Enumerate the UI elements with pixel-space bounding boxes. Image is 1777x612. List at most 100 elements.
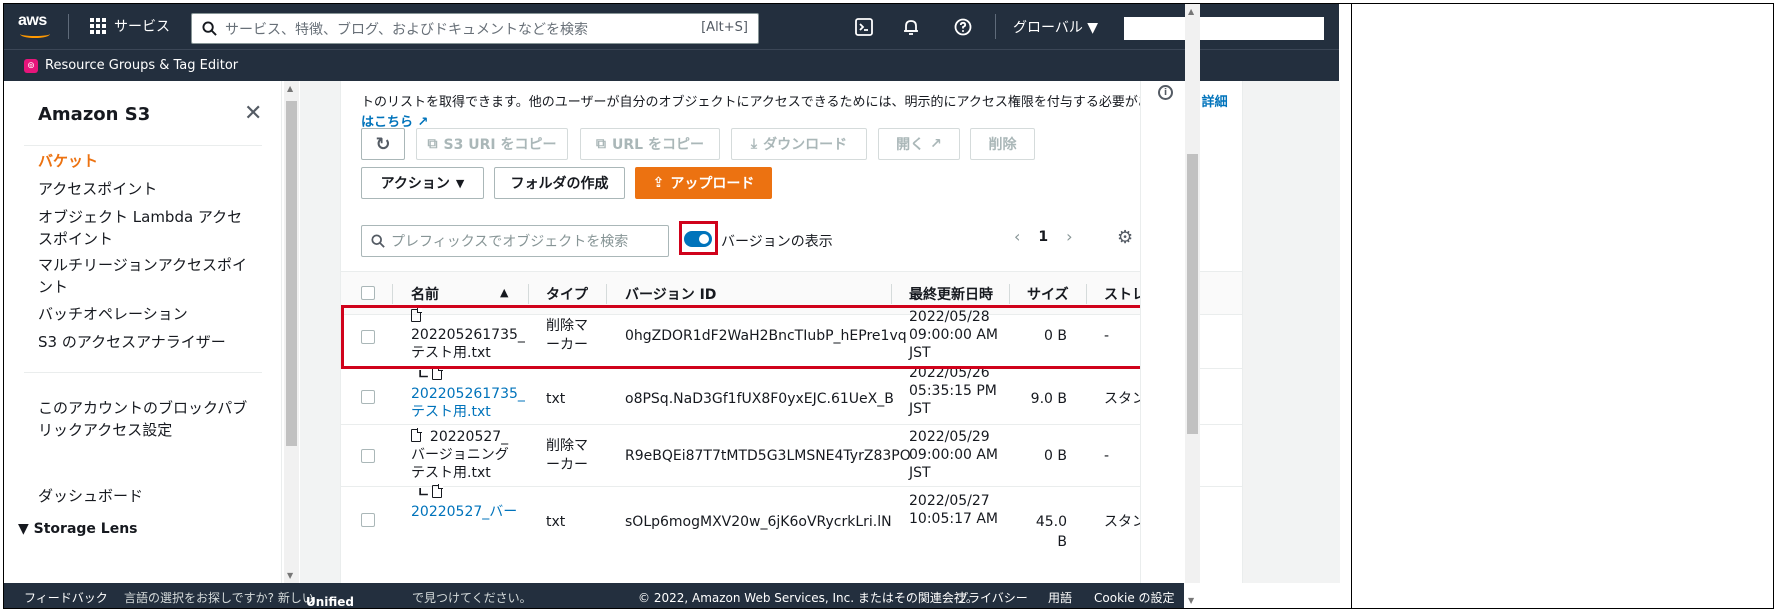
file-icon [411, 428, 422, 442]
account-menu[interactable] [1124, 17, 1324, 40]
scroll-up-icon[interactable]: ▲ [287, 84, 293, 93]
column-header-version-id[interactable]: バージョン ID [625, 284, 716, 304]
gear-icon[interactable]: ⚙ [1117, 227, 1133, 248]
resource-groups-icon: ⊚ [24, 58, 38, 73]
upload-button[interactable]: ⇪ アップロード [635, 167, 772, 199]
refresh-icon: ↻ [375, 133, 391, 155]
create-folder-button[interactable]: フォルダの作成 [494, 167, 625, 199]
sidebar-item-multi-region[interactable]: マルチリージョンアクセスポイント [38, 254, 248, 298]
page-number[interactable]: 1 [1038, 229, 1048, 245]
sidebar-section-storage-lens[interactable]: ▼ Storage Lens [18, 521, 138, 537]
aws-console-window: aws サービス サービス、特徴、ブログ、およびドキュメントなどを検索 [Alt… [3, 3, 1352, 609]
last-modified: 10:05:17 AM [909, 511, 998, 527]
cloudshell-icon[interactable] [853, 16, 875, 38]
version-id: sOLp6mogMXV20w_6jK6oVRycrkLri.lN [625, 514, 892, 530]
search-shortcut: [Alt+S] [701, 20, 748, 35]
scroll-down-icon[interactable]: ▼ [287, 571, 293, 580]
row-checkbox[interactable] [361, 390, 375, 404]
copy-icon: ⧉ [596, 136, 607, 152]
resource-groups-link[interactable]: Resource Groups & Tag Editor [45, 58, 238, 73]
scrollbar-thumb[interactable] [1187, 154, 1198, 434]
refresh-button[interactable]: ↻ [361, 128, 405, 160]
download-button[interactable]: ⤓ ダウンロード [731, 128, 867, 160]
object-size: 45.0 B [1035, 514, 1067, 550]
column-separator [1009, 284, 1010, 304]
object-type: txt [546, 514, 566, 530]
row-checkbox[interactable] [361, 449, 375, 463]
open-button[interactable]: 開く ↗ [878, 128, 960, 160]
object-type: ーカー [546, 457, 588, 473]
info-icon[interactable]: i [1158, 85, 1173, 100]
table-row[interactable]: 20220527_ バージョニング テスト用.txt 削除マ ーカー R9eBQ… [341, 425, 1242, 487]
privacy-link[interactable]: プライバシー [956, 589, 1028, 606]
column-header-size[interactable]: サイズ [1027, 284, 1069, 304]
select-all-checkbox[interactable] [361, 286, 375, 300]
column-separator [392, 284, 393, 304]
column-header-last-modified[interactable]: 最終更新日時 [909, 284, 993, 304]
row-checkbox[interactable] [361, 513, 375, 527]
storage-lens-label: Storage Lens [33, 521, 138, 537]
services-menu-button[interactable]: サービス [90, 16, 170, 36]
global-search-input[interactable]: サービス、特徴、ブログ、およびドキュメントなどを検索 [Alt+S] [191, 13, 759, 44]
object-name: テスト用.txt [411, 465, 491, 481]
table-row[interactable]: ㄴ 20220527_バー txt sOLp6mogMXV20w_6jK6oVR… [341, 484, 1242, 583]
object-name-link[interactable]: 20220527_バー [411, 502, 517, 522]
grid-icon [90, 18, 106, 34]
sidebar-scrollbar[interactable]: ▲ ▼ [284, 81, 299, 583]
sidebar-item-buckets[interactable]: バケット [38, 150, 248, 172]
object-name: バージョニング [411, 447, 509, 463]
chevron-right-icon[interactable]: › [1066, 227, 1072, 246]
prefix-search-input[interactable]: プレフィックスでオブジェクトを検索 [361, 225, 669, 257]
actions-dropdown[interactable]: アクション ▼ [361, 167, 484, 199]
sidebar-item-dashboard[interactable]: ダッシュボード [38, 485, 248, 507]
aws-smile-icon [20, 30, 50, 38]
cookie-settings-link[interactable]: Cookie の設定 [1094, 589, 1175, 606]
nav-separator [995, 14, 996, 39]
download-label: ダウンロード [763, 137, 848, 153]
table-row[interactable]: ㄴ 202205261735_ テスト用.txt txt o8PSq.NaD3G… [341, 365, 1242, 425]
sidebar-divider [24, 372, 262, 373]
version-branch-icon: ㄴ [417, 483, 443, 503]
help-icon[interactable] [952, 16, 974, 38]
sidebar-item-batch-operations[interactable]: バッチオペレーション [38, 303, 248, 325]
notification-bell-icon[interactable] [900, 16, 922, 38]
column-header-name[interactable]: 名前 [411, 284, 439, 304]
copy-s3-uri-button[interactable]: ⧉ S3 URI をコピー [416, 128, 568, 160]
object-size: 9.0 B [1030, 391, 1067, 407]
actions-label: アクション [380, 176, 450, 192]
sidebar: Amazon S3 ✕ バケット アクセスポイント オブジェクト Lambda … [4, 81, 282, 583]
aws-logo[interactable]: aws [18, 12, 54, 38]
close-icon[interactable]: ✕ [244, 103, 262, 125]
column-header-type[interactable]: タイプ [546, 284, 588, 304]
copy-url-label: URL をコピー [612, 137, 704, 153]
show-versions-toggle[interactable] [684, 231, 712, 247]
show-versions-label: バージョンの表示 [721, 234, 833, 250]
sidebar-item-block-public-access[interactable]: このアカウントのブロックパブリックアクセス設定 [38, 397, 248, 441]
scroll-down-icon[interactable]: ▼ [1188, 596, 1194, 605]
feedback-link[interactable]: フィードバック [24, 589, 108, 606]
region-selector[interactable]: グローバル ▼ [1013, 17, 1098, 37]
sidebar-item-access-analyzer[interactable]: S3 のアクセスアナライザー [38, 331, 248, 353]
object-name-link[interactable]: テスト用.txt [411, 402, 491, 422]
scrollbar-thumb[interactable] [286, 101, 297, 446]
object-name-link[interactable]: 202205261735_ [411, 384, 525, 404]
main-scrollbar[interactable]: ▲ ▼ [1185, 4, 1200, 605]
scroll-up-icon[interactable]: ▲ [1188, 7, 1194, 16]
upload-label: アップロード [670, 176, 755, 192]
column-separator [528, 284, 529, 304]
last-modified: 2022/05/29 [909, 429, 990, 445]
sidebar-item-object-lambda[interactable]: オブジェクト Lambda アクセスポイント [38, 206, 248, 250]
description-text: トのリストを取得できます。他のユーザーが自分のオブジェクトにアクセスできるために… [361, 95, 1202, 110]
language-suffix: で見つけてください。 [412, 591, 532, 605]
object-type: txt [546, 391, 566, 407]
sidebar-title: Amazon S3 [38, 104, 151, 125]
sidebar-item-access-points[interactable]: アクセスポイント [38, 178, 248, 200]
copy-url-button[interactable]: ⧉ URL をコピー [580, 128, 720, 160]
chevron-left-icon[interactable]: ‹ [1014, 227, 1020, 246]
favorites-bar: ⊚ Resource Groups & Tag Editor [4, 49, 1339, 81]
delete-button[interactable]: 削除 [970, 128, 1035, 160]
sort-ascending-icon[interactable]: ▲ [500, 286, 508, 299]
terms-link[interactable]: 用語 [1048, 589, 1072, 606]
open-label: 開く [896, 137, 925, 153]
console-footer: フィードバック 言語の選択をお探しですか? 新しい Unified Settin… [4, 583, 1184, 608]
